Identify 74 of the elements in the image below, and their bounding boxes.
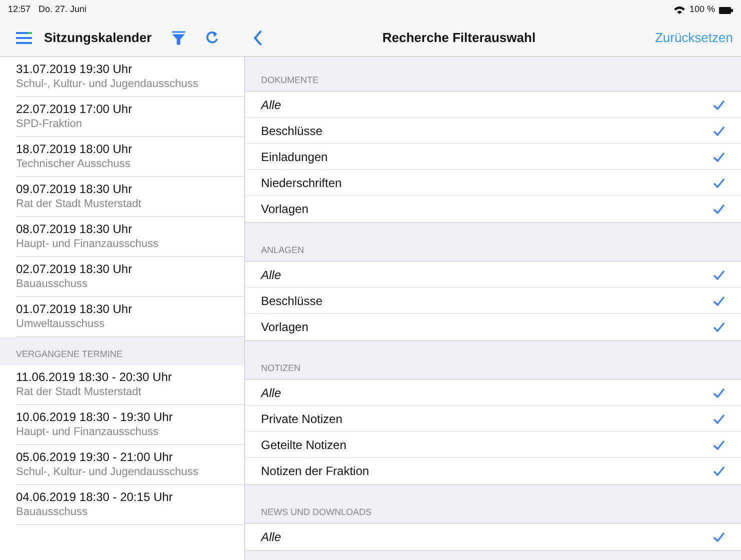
sidebar-title: Sitzungskalender [44,29,152,48]
wifi-icon [674,6,686,14]
menu-icon[interactable] [16,32,32,44]
meeting-list-item[interactable]: 10.06.2019 18:30 - 19:30 Uhr Haupt- und Finanzausschuss [16,405,244,445]
meeting-date: 31.07.2019 19:30 Uhr [16,61,134,77]
filter-option-label: Notizen der Fraktion [261,463,370,480]
meeting-list-item[interactable]: 04.06.2019 18:30 - 20:15 Uhr Bauausschuss [16,485,244,525]
filter-option-row[interactable]: Alle [245,262,741,288]
meeting-date: 09.07.2019 18:30 Uhr [16,181,134,197]
meeting-list-item[interactable]: 22.07.2019 17:00 Uhr SPD-Fraktion [16,97,244,137]
filter-option-row[interactable]: Beschlüsse [245,118,741,144]
meeting-date: 01.07.2019 18:30 Uhr [16,301,134,317]
filter-option-row[interactable]: Einladungen [245,144,741,170]
filter-option-label: Beschlüsse [261,122,324,140]
meeting-date: 11.06.2019 18:30 - 20:30 Uhr [16,369,173,385]
meeting-list-item[interactable]: 09.07.2019 18:30 Uhr Rat der Stadt Musterstadt [16,177,244,217]
meeting-committee: Haupt- und Finanzausschuss [16,425,160,440]
section-header: NEWS UND DOWNLOADS [261,506,372,518]
meeting-committee: Schul-, Kultur- und Jugendausschuss [16,77,200,92]
meeting-committee: Umweltausschuss [16,317,106,332]
filter-option-row[interactable]: Alle [245,524,741,550]
meeting-date: 04.06.2019 18:30 - 20:15 Uhr [16,489,174,505]
meeting-committee: Bauausschuss [16,505,89,520]
meeting-date: 08.07.2019 18:30 Uhr [16,221,134,237]
filter-option-label: Niederschriften [261,174,343,192]
filter-option-row[interactable]: Vorlagen [245,314,741,340]
battery-percentage: 100 % [689,3,715,16]
refresh-icon[interactable] [204,31,219,45]
meeting-date: 02.07.2019 18:30 Uhr [16,261,134,277]
meeting-list-item[interactable]: 05.06.2019 19:30 - 21:00 Uhr Schul-, Kultur- und Jugendausschuss [16,445,244,485]
meeting-list-item[interactable]: 18.07.2019 18:00 Uhr Technischer Ausschuss [16,137,244,177]
back-chevron-icon[interactable] [253,30,263,46]
filter-option-label: Vorlagen [261,201,310,218]
filter-option-row[interactable]: Private Notizen [245,406,741,432]
meeting-date: 18.07.2019 18:00 Uhr [16,141,134,157]
filter-option-row[interactable]: Vorlagen [245,196,741,222]
meeting-list-item[interactable]: 08.07.2019 18:30 Uhr Haupt- und Finanzausschuss [16,217,244,257]
filter-option-label: Alle [261,384,282,402]
meeting-date: 22.07.2019 17:00 Uhr [16,101,134,117]
filter-option-row[interactable]: Notizen der Fraktion [245,458,741,484]
meeting-committee: Schul-, Kultur- und Jugendausschuss [16,465,200,480]
filter-option-label: Beschlüsse [261,292,324,310]
detail-title: Recherche Filterauswahl [381,29,537,48]
filter-option-row[interactable]: Alle [245,92,741,118]
filter-option-label: Alle [261,266,282,284]
section-header: NOTIZEN [261,362,300,374]
meeting-committee: Rat der Stadt Musterstadt [16,385,142,400]
filter-option-label: Private Notizen [261,410,344,428]
meeting-committee: Bauausschuss [16,277,89,292]
meeting-committee: SPD-Fraktion [16,117,84,132]
meeting-committee: Rat der Stadt Musterstadt [16,197,142,212]
status-time: 12:57 [8,3,31,16]
meeting-committee: Haupt- und Finanzausschuss [16,237,160,252]
filter-option-label: Vorlagen [261,319,310,336]
meeting-date: 05.06.2019 19:30 - 21:00 Uhr [16,449,174,465]
meeting-list-item[interactable]: 02.07.2019 18:30 Uhr Bauausschuss [16,257,244,297]
battery-icon [719,6,733,14]
meeting-date: 10.06.2019 18:30 - 19:30 Uhr [16,409,174,425]
filter-option-row[interactable]: Niederschriften [245,170,741,196]
meeting-list-item[interactable]: 11.06.2019 18:30 - 20:30 Uhr Rat der Stadt Musterstadt [16,365,244,405]
filter-option-row[interactable]: Geteilte Notizen [245,432,741,458]
filter-option-label: Alle [261,529,282,546]
status-date: Do. 27. Juni [38,3,87,16]
filter-option-label: Geteilte Notizen [261,436,348,454]
meeting-committee: Technischer Ausschuss [16,157,132,172]
filter-icon[interactable] [172,31,185,45]
section-header: DOKUMENTE [261,74,319,86]
filter-option-row[interactable]: Alle [245,380,741,406]
section-header: ANLAGEN [261,244,304,256]
filter-option-label: Einladungen [261,148,329,166]
filter-option-row[interactable]: Beschlüsse [245,288,741,314]
section-header: VERGANGENE TERMINE [16,348,122,360]
filter-option-label: Alle [261,96,282,114]
meeting-list-item[interactable]: 31.07.2019 19:30 Uhr Schul-, Kultur- und Jugendausschuss [16,57,244,97]
